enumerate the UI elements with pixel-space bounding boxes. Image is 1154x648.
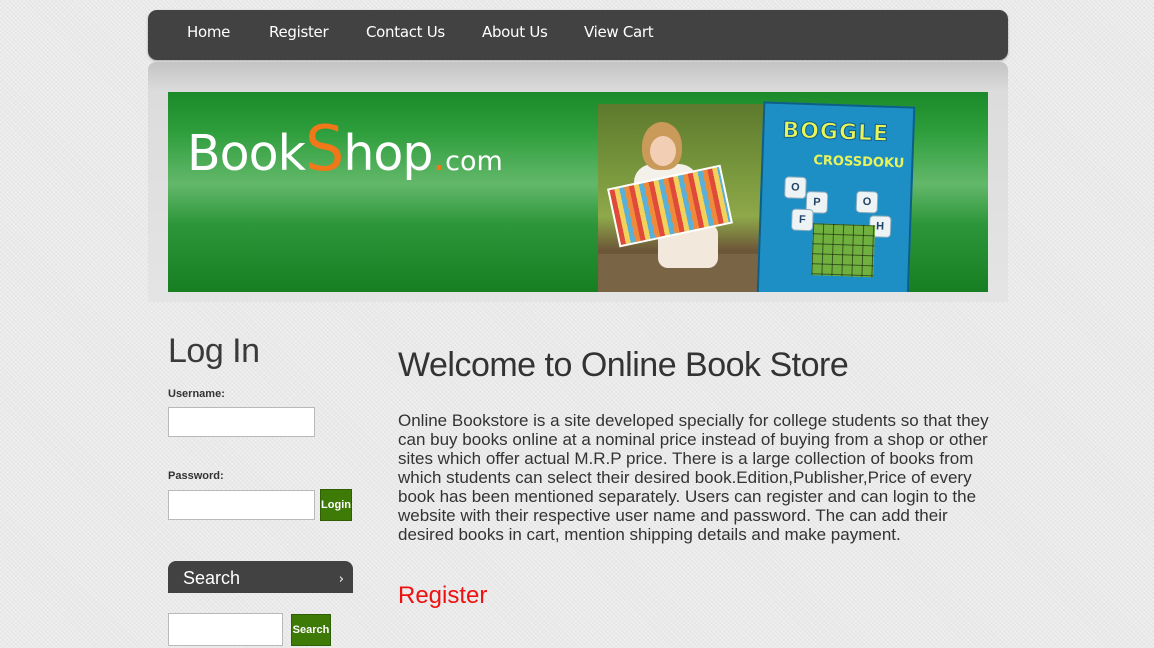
nav-contact-link[interactable]: Contact Us: [366, 10, 445, 54]
register-link[interactable]: Register: [398, 582, 487, 610]
search-button[interactable]: Search: [291, 614, 331, 646]
login-button[interactable]: Login: [320, 489, 352, 521]
password-label: Password:: [168, 470, 224, 482]
chevron-right-icon: ›: [338, 572, 344, 587]
intro-paragraph: Online Bookstore is a site developed spe…: [398, 411, 989, 544]
page-title: Welcome to Online Book Store: [398, 346, 849, 384]
boggle-book-cover-image: BOGGLE CROSSDOKU O P O H F: [756, 101, 916, 292]
login-title: Log In: [168, 332, 260, 370]
nav-about-link[interactable]: About Us: [482, 10, 548, 54]
username-label: Username:: [168, 388, 225, 400]
search-title: Search: [183, 568, 241, 588]
nav-register-link[interactable]: Register: [269, 10, 329, 54]
search-input[interactable]: [168, 613, 283, 646]
search-panel-header: Search ›: [168, 561, 353, 593]
username-input[interactable]: [168, 407, 315, 437]
main-navigation: Home Register Contact Us About Us View C…: [148, 10, 1008, 60]
password-input[interactable]: [168, 490, 315, 520]
site-logo[interactable]: BookShop.com: [187, 112, 503, 185]
header-banner: BookShop.com BOGGLE CROSSDOKU O P O H F: [168, 92, 988, 292]
girl-reading-photo: [598, 104, 766, 292]
nav-view-cart-link[interactable]: View Cart: [584, 10, 654, 54]
nav-home-link[interactable]: Home: [187, 10, 230, 54]
